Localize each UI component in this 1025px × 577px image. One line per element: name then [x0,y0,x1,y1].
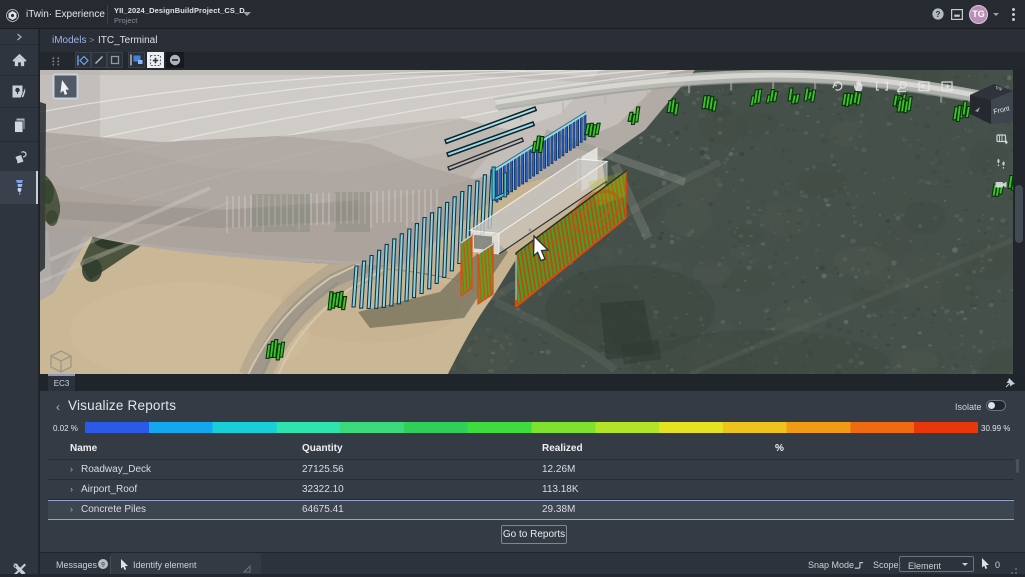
svg-text:9: 9 [101,561,105,568]
svg-text:?: ? [936,10,941,19]
